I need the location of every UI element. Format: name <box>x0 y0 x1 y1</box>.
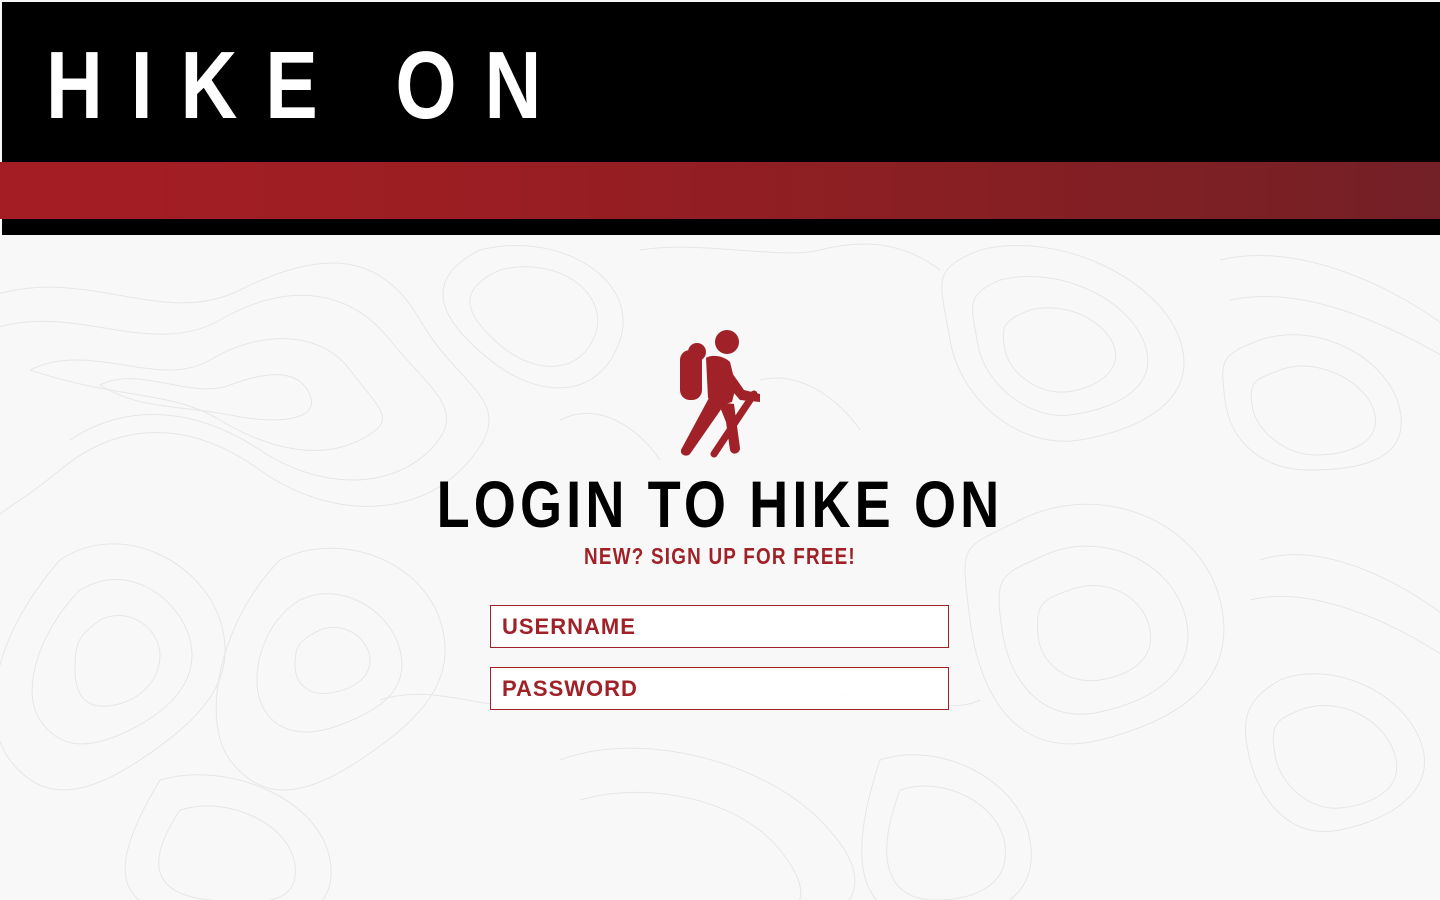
header-accent-stripe <box>0 162 1440 219</box>
username-field[interactable] <box>490 605 949 648</box>
page-title: LOGIN TO HIKE ON <box>436 467 1004 541</box>
password-field[interactable] <box>490 667 949 710</box>
hiker-icon <box>680 330 760 458</box>
brand-logo[interactable]: HIKE ON <box>46 38 569 134</box>
signup-link[interactable]: NEW? SIGN UP FOR FREE! <box>130 544 1311 568</box>
login-panel: LOGIN TO HIKE ON NEW? SIGN UP FOR FREE! <box>0 235 1440 900</box>
